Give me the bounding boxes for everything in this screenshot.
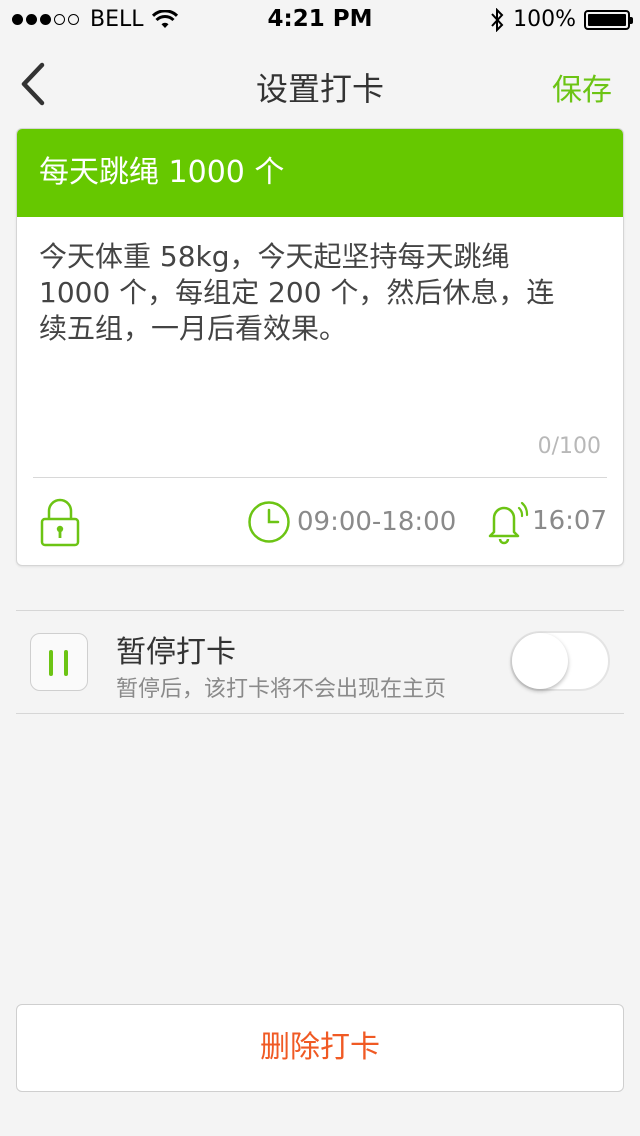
save-button[interactable]: 保存 bbox=[552, 65, 612, 109]
clock-icon bbox=[248, 501, 290, 543]
battery-percent: 100% bbox=[513, 7, 576, 32]
reminder-time-text: 16:07 bbox=[532, 506, 607, 536]
page-title: 设置打卡 bbox=[255, 70, 384, 108]
lock-icon bbox=[40, 498, 80, 547]
pause-toggle[interactable] bbox=[510, 631, 610, 691]
lock-button[interactable] bbox=[39, 498, 81, 548]
pause-bar bbox=[49, 650, 53, 676]
nav-bar: 设置打卡 保存 bbox=[0, 40, 640, 128]
card-footer: 09:00-18:00 16:07 bbox=[17, 478, 623, 565]
pause-title: 暂停打卡 bbox=[116, 635, 236, 670]
pause-row: 暂停打卡 暂停后，该打卡将不会出现在主页 bbox=[16, 610, 624, 714]
time-range-text: 09:00-18:00 bbox=[297, 507, 457, 537]
status-right: 100% bbox=[489, 7, 633, 32]
bell-icon bbox=[488, 501, 529, 545]
pause-icon bbox=[30, 633, 88, 691]
battery-fill bbox=[588, 13, 626, 26]
time-range-button[interactable]: 09:00-18:00 bbox=[247, 500, 456, 544]
pause-bar bbox=[64, 650, 68, 676]
delete-button[interactable]: 删除打卡 bbox=[16, 1004, 624, 1092]
battery-nub bbox=[630, 16, 633, 24]
pause-subtitle: 暂停后，该打卡将不会出现在主页 bbox=[116, 677, 447, 702]
toggle-knob bbox=[512, 633, 568, 689]
note-text[interactable]: 今天体重 58kg，今天起坚持每天跳绳 1000 个，每组定 200 个，然后休… bbox=[39, 239, 579, 347]
battery-icon bbox=[584, 9, 633, 30]
char-count: 0/100 bbox=[537, 434, 601, 459]
bluetooth-icon bbox=[491, 7, 504, 32]
note-area[interactable]: 今天体重 58kg，今天起坚持每天跳绳 1000 个，每组定 200 个，然后休… bbox=[17, 217, 623, 477]
status-bar: BELL 4:21 PM 100% bbox=[0, 0, 640, 40]
checkin-card: 每天跳绳 1000 个 今天体重 58kg，今天起坚持每天跳绳 1000 个，每… bbox=[16, 128, 624, 566]
checkin-title[interactable]: 每天跳绳 1000 个 bbox=[17, 129, 623, 217]
reminder-button[interactable]: 16:07 bbox=[478, 496, 607, 546]
